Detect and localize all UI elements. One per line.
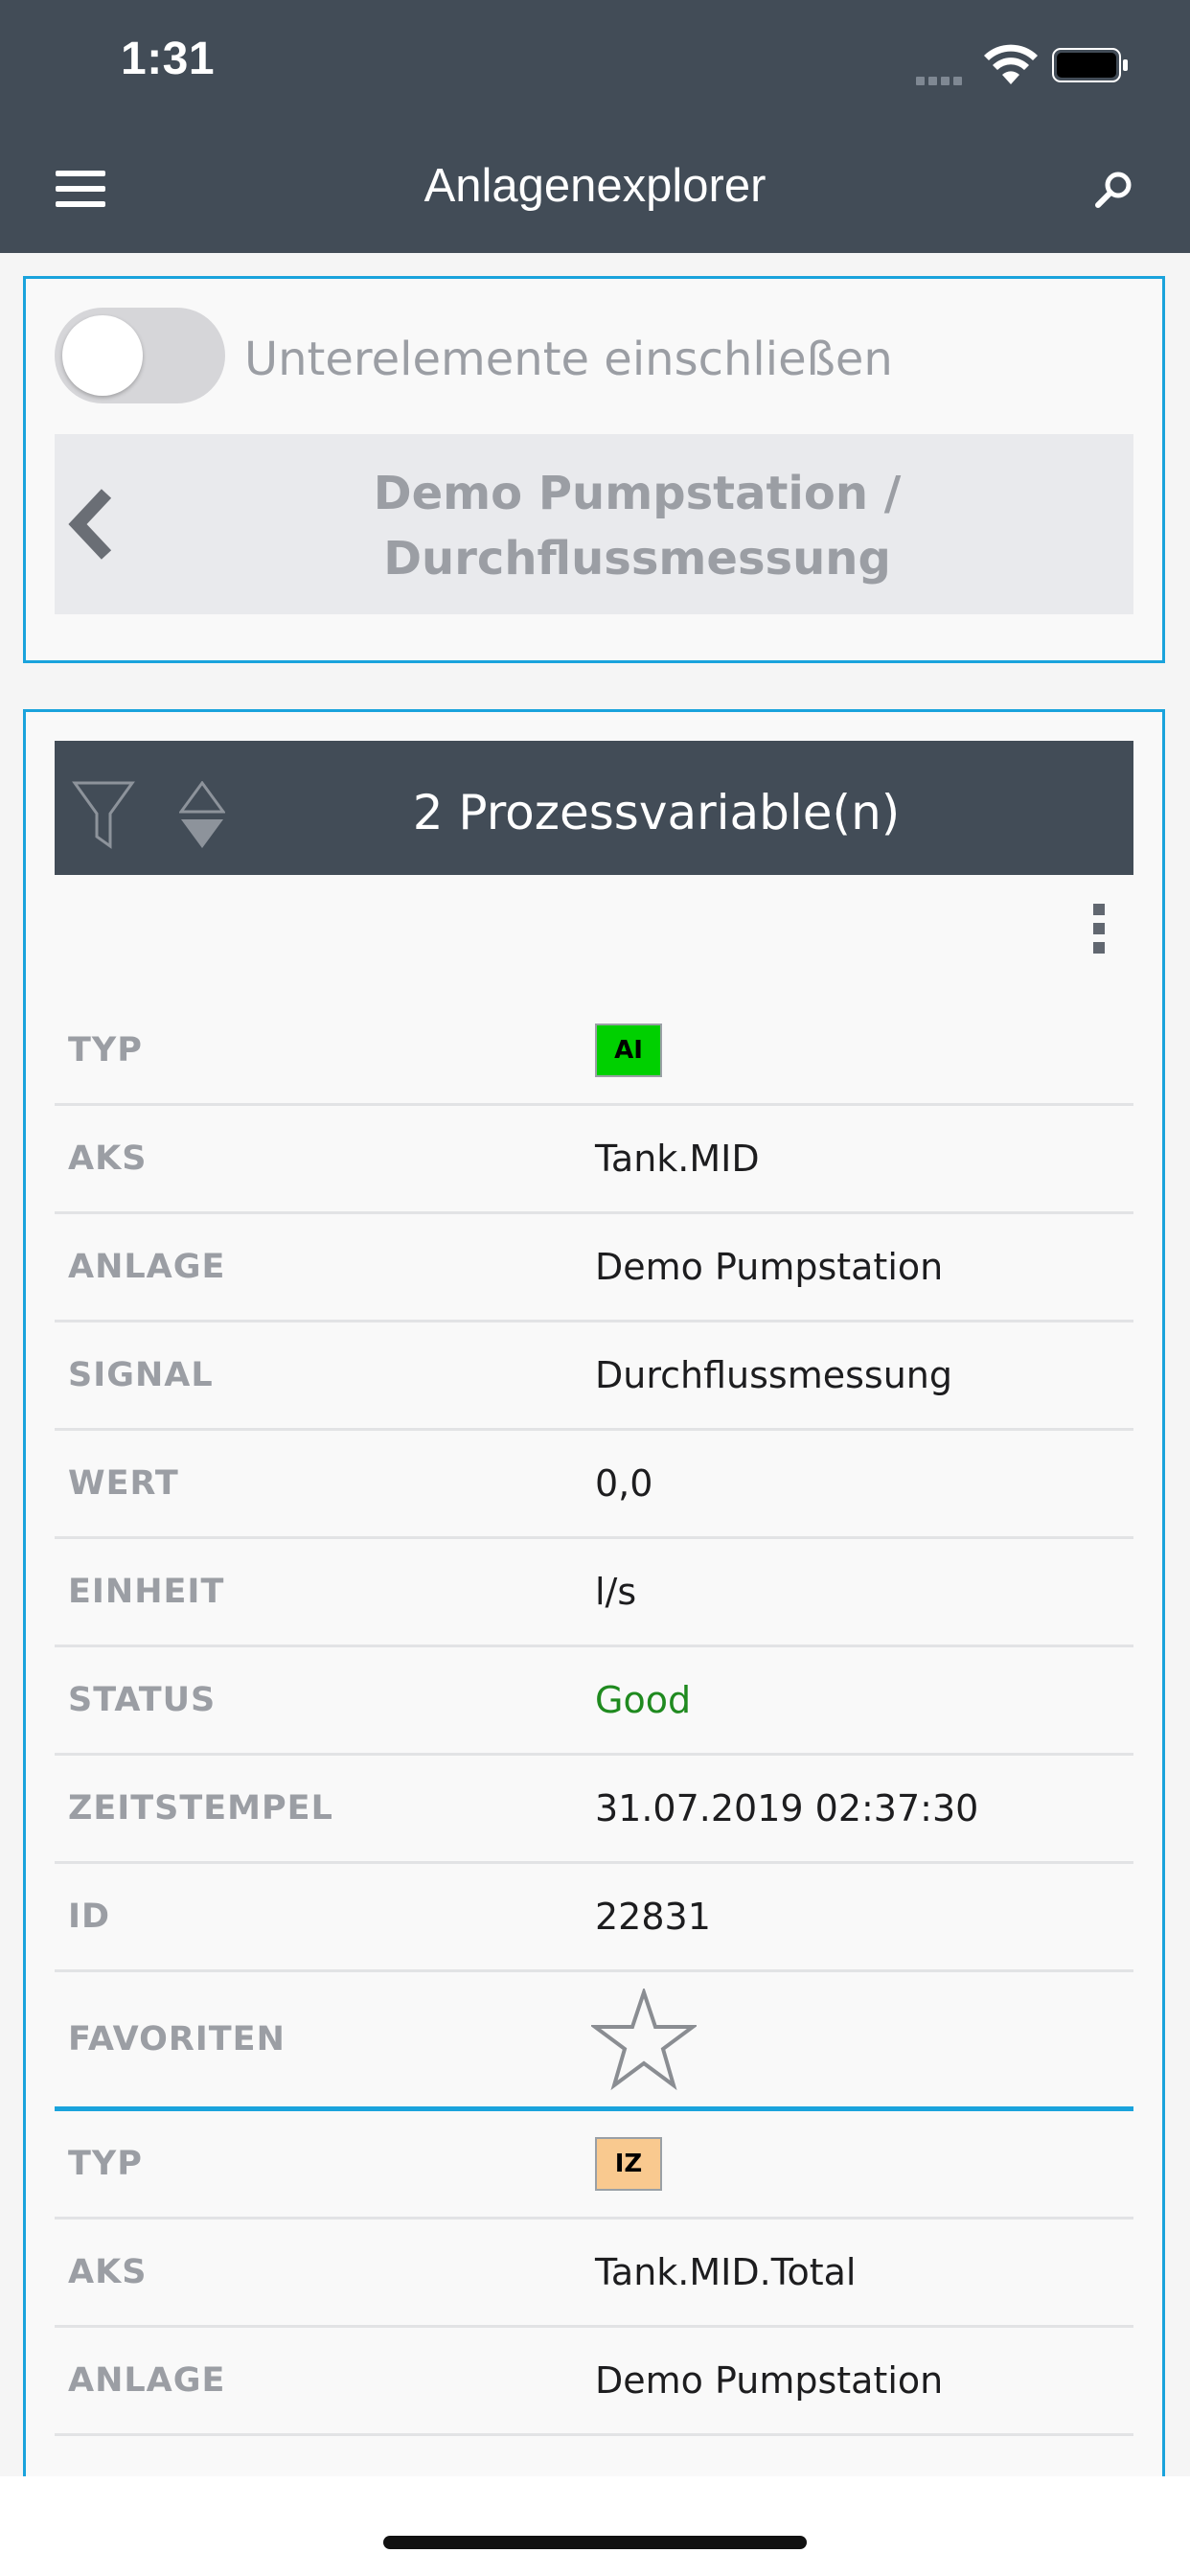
table-row[interactable]: AKS Tank.MID.Total (55, 2220, 1133, 2328)
favorite-star-icon[interactable] (591, 1989, 697, 2090)
field-value: Tank.MID.Total (595, 2251, 857, 2293)
field-label: ID (68, 1898, 111, 1936)
field-value: Demo Pumpstation (595, 1246, 944, 1288)
table-row[interactable]: WERT 0,0 (55, 1431, 1133, 1539)
wifi-icon (984, 44, 1038, 84)
table-row[interactable]: AKS Tank.MID (55, 1106, 1133, 1214)
field-label: FAVORITEN (68, 2020, 286, 2058)
toggle-label: Unterelemente einschließen (244, 333, 893, 386)
breadcrumb-path: Demo Pumpstation / Durchflussmessung (373, 467, 902, 586)
table-row[interactable]: ANLAGE Demo Pumpstation (55, 1214, 1133, 1322)
process-variables-panel: 2 Prozessvariable(n) TYP AI AKS Tank.MID… (23, 709, 1165, 2576)
cellular-signal-icon (916, 71, 966, 89)
field-value: Demo Pumpstation (595, 2359, 944, 2402)
type-badge: IZ (595, 2137, 662, 2191)
type-badge: AI (595, 1024, 662, 1077)
home-indicator[interactable] (383, 2536, 807, 2549)
include-children-toggle[interactable] (55, 308, 225, 403)
status-value: Good (595, 1679, 692, 1721)
table-row[interactable]: ANLAGE Demo Pumpstation (55, 2328, 1133, 2436)
variables-count-title: 2 Prozessvariable(n) (412, 785, 901, 840)
filter-icon[interactable] (72, 779, 135, 850)
back-chevron-icon[interactable] (66, 488, 114, 561)
breadcrumb: Demo Pumpstation / Durchflussmessung (55, 434, 1133, 614)
table-row[interactable]: EINHEIT l/s (55, 1539, 1133, 1647)
variables-header: 2 Prozessvariable(n) (55, 741, 1133, 875)
table-row[interactable]: ID 22831 (55, 1864, 1133, 1972)
field-value: Tank.MID (595, 1138, 760, 1180)
field-label: AKS (68, 2253, 148, 2291)
field-value: l/s (595, 1571, 637, 1613)
field-label: STATUS (68, 1681, 217, 1719)
table-row: TYP IZ (55, 2111, 1133, 2220)
table-row[interactable]: SIGNAL Durchflussmessung (55, 1322, 1133, 1431)
battery-icon (1052, 48, 1128, 82)
field-value: 31.07.2019 02:37:30 (595, 1787, 979, 1829)
search-icon[interactable] (1092, 169, 1134, 211)
page-title: Anlagenexplorer (423, 160, 767, 212)
field-label: ANLAGE (68, 1248, 226, 1286)
table-row: TYP AI (55, 998, 1133, 1106)
field-label: EINHEIT (68, 1573, 225, 1611)
field-label: AKS (68, 1139, 148, 1178)
navigation-panel: Unterelemente einschließen Demo Pumpstat… (23, 276, 1165, 663)
status-time: 1:31 (121, 34, 216, 84)
field-label: SIGNAL (68, 1356, 214, 1394)
field-label: WERT (68, 1464, 179, 1503)
field-value: Durchflussmessung (595, 1354, 953, 1396)
field-label: ANLAGE (68, 2361, 226, 2400)
table-row[interactable]: STATUS Good (55, 1647, 1133, 1756)
table-row: FAVORITEN (55, 1972, 1133, 2111)
field-label: TYP (68, 2145, 143, 2183)
top-navigation-bar: 1:31 Anlagenexplorer (0, 0, 1190, 253)
field-value: 0,0 (595, 1462, 653, 1505)
field-label: ZEITSTEMPEL (68, 1789, 333, 1828)
field-value: 22831 (595, 1896, 711, 1938)
toggle-knob (62, 315, 143, 396)
table-row[interactable]: ZEITSTEMPEL 31.07.2019 02:37:30 (55, 1756, 1133, 1864)
variables-list: TYP AI AKS Tank.MID ANLAGE Demo Pumpstat… (55, 998, 1133, 2436)
more-options-icon[interactable] (1091, 904, 1107, 961)
home-area (0, 2476, 1190, 2576)
field-label: TYP (68, 1031, 143, 1070)
